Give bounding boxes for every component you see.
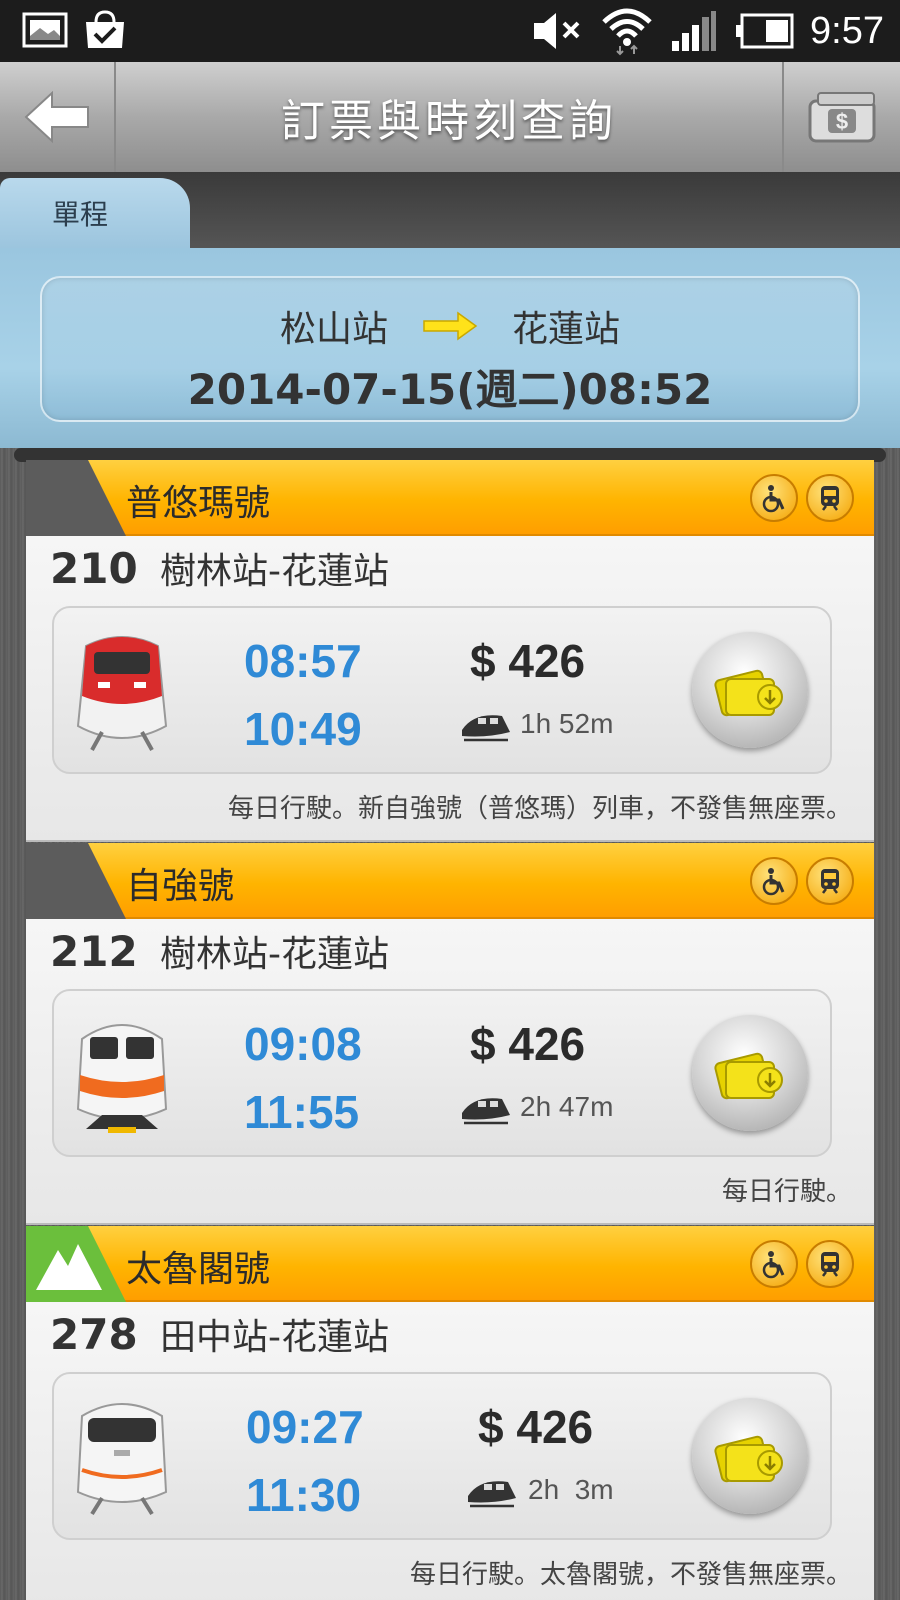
shopping-bag-check-icon (86, 10, 124, 48)
trip-tab-bar: 單程 (0, 172, 900, 248)
train-card[interactable]: 太魯閣號 278 田中站-花蓮站 09:27 11:30 $ 426 2h 3m… (26, 1226, 874, 1600)
travel-time-train-icon (462, 715, 510, 742)
arrival-time: 11:30 (246, 1469, 362, 1521)
train-card-header: 自強號 (26, 843, 874, 919)
train-card-body: 210 樹林站-花蓮站 08:57 10:49 $ 426 1h 52m 每日行… (26, 536, 874, 842)
book-ticket-button[interactable] (692, 1015, 808, 1131)
travel-duration: 1h 52m (520, 708, 614, 739)
travel-duration: 2h 3m (528, 1474, 614, 1505)
train-number: 278 (50, 1310, 138, 1359)
train-front-icon (806, 857, 854, 905)
train-type-flag (26, 843, 126, 919)
book-ticket-button[interactable] (692, 1398, 808, 1514)
departure-time: 09:08 (244, 1018, 362, 1070)
money-icon: $ (808, 92, 876, 143)
query-summary: 松山站 花蓮站 2014-07-15(週二)08:52 (40, 276, 860, 422)
train-route: 樹林站-花蓮站 (160, 551, 389, 592)
wheelchair-icon (750, 474, 798, 522)
train-card[interactable]: 自強號 212 樹林站-花蓮站 09:08 11:55 $ 426 2h 47m… (26, 843, 874, 1225)
puyuma-train-icon (76, 636, 168, 751)
train-card[interactable]: 普悠瑪號 210 樹林站-花蓮站 08:57 10:49 $ 426 1h 52… (26, 460, 874, 842)
fare-button[interactable]: $ (782, 62, 900, 172)
train-note: 每日行駛。新自強號（普悠瑪）列車，不發售無座票。 (227, 794, 852, 824)
battery-icon (736, 13, 794, 49)
train-type: 普悠瑪號 (126, 483, 271, 524)
mountain-icon (36, 1244, 102, 1290)
mute-icon (534, 13, 580, 49)
train-front-icon (806, 1240, 854, 1288)
signal-icon (672, 11, 717, 51)
wifi-icon (602, 8, 652, 56)
train-detail-panel: 09:27 11:30 $ 426 2h 3m (52, 1372, 832, 1540)
train-card-body: 278 田中站-花蓮站 09:27 11:30 $ 426 2h 3m 每日行駛… (26, 1302, 874, 1600)
origin-station: 松山站 (279, 309, 388, 350)
ticket-download-icon (714, 1435, 783, 1483)
page-title: 訂票與時刻查詢 (281, 96, 617, 147)
wheelchair-icon (750, 857, 798, 905)
ticket-download-icon (714, 669, 783, 717)
taroko-train-icon (76, 1403, 168, 1516)
clock: 9:57 (810, 9, 884, 52)
train-type-flag (26, 460, 126, 536)
query-summary-area: 松山站 花蓮站 2014-07-15(週二)08:52 (0, 248, 900, 448)
train-route: 田中站-花蓮站 (160, 1317, 389, 1358)
app-header: 訂票與時刻查詢 $ (0, 62, 900, 172)
back-arrow-icon (24, 90, 89, 144)
taroko-mountain-flag (26, 1226, 126, 1302)
book-ticket-button[interactable] (692, 632, 808, 748)
svg-text:$: $ (836, 109, 848, 134)
train-detail-panel: 08:57 10:49 $ 426 1h 52m (52, 606, 832, 774)
wheelchair-icon (750, 1240, 798, 1288)
destination-station: 花蓮站 (512, 309, 621, 350)
train-note: 每日行駛。 (721, 1177, 852, 1207)
train-detail-panel: 09:08 11:55 $ 426 2h 47m (52, 989, 832, 1157)
train-list: 普悠瑪號 210 樹林站-花蓮站 08:57 10:49 $ 426 1h 52… (26, 460, 874, 1600)
departure-time: 09:27 (246, 1401, 364, 1453)
back-button[interactable] (0, 62, 116, 172)
status-bar: 9:57 (0, 0, 900, 62)
right-arrow-icon (423, 311, 478, 341)
train-card-header: 普悠瑪號 (26, 460, 874, 536)
query-datetime: 2014-07-15(週二)08:52 (187, 365, 713, 414)
fare: $ 426 (478, 1401, 594, 1453)
tab-one-way[interactable]: 單程 (0, 178, 190, 248)
departure-time: 08:57 (244, 635, 362, 687)
train-note: 每日行駛。太魯閣號，不發售無座票。 (409, 1560, 852, 1590)
travel-duration: 2h 47m (520, 1091, 614, 1122)
arrival-time: 10:49 (244, 703, 362, 755)
train-card-body: 212 樹林站-花蓮站 09:08 11:55 $ 426 2h 47m 每日行… (26, 919, 874, 1225)
fare: $ 426 (470, 1018, 586, 1070)
train-route: 樹林站-花蓮站 (160, 934, 389, 975)
fare: $ 426 (470, 635, 586, 687)
tzechiang-train-icon (76, 1024, 168, 1133)
image-notification-icon (22, 12, 68, 48)
train-card-header: 太魯閣號 (26, 1226, 874, 1302)
train-type: 太魯閣號 (126, 1249, 271, 1290)
train-number: 210 (50, 544, 138, 593)
travel-time-train-icon (468, 1481, 516, 1508)
train-type: 自強號 (126, 866, 235, 907)
train-front-icon (806, 474, 854, 522)
train-number: 212 (50, 927, 138, 976)
ticket-download-icon (714, 1052, 783, 1100)
arrival-time: 11:55 (244, 1086, 360, 1138)
travel-time-train-icon (462, 1098, 510, 1125)
